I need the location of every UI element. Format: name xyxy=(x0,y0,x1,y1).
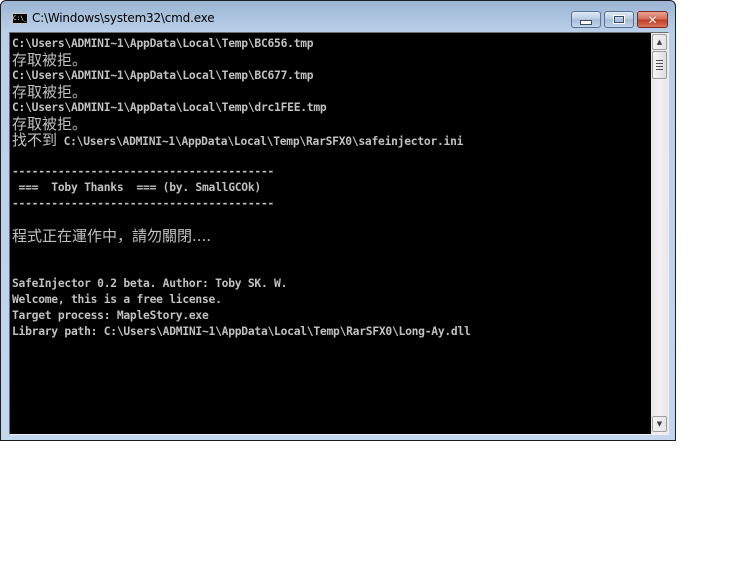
console-line: SafeInjector 0.2 beta. Author: Toby SK. … xyxy=(12,277,288,290)
console-line: 存取被拒。 xyxy=(12,115,88,133)
window-title: C:\Windows\system32\cmd.exe xyxy=(32,11,215,25)
close-icon: ✕ xyxy=(647,12,658,27)
grip-line xyxy=(656,66,663,67)
vertical-scrollbar[interactable]: ▲ ▼ xyxy=(651,33,668,434)
scroll-thumb[interactable] xyxy=(652,51,667,79)
console-line: 程式正在運作中，請勿關閉.... xyxy=(12,227,212,245)
console-area[interactable]: C:\Users\ADMINI~1\AppData\Local\Temp\BC6… xyxy=(9,32,669,435)
maximize-icon xyxy=(613,15,625,24)
console-line: Target process: MapleStory.exe xyxy=(12,309,209,322)
console-line-text: C:\Users\ADMINI~1\AppData\Local\Temp\Rar… xyxy=(57,135,464,148)
console-line: 存取被拒。 xyxy=(12,83,88,101)
console-line: 存取被拒。 xyxy=(12,51,88,69)
console-line: C:\Users\ADMINI~1\AppData\Local\Temp\drc… xyxy=(12,101,327,114)
console-line-prefix: 找不到 xyxy=(12,131,58,149)
console-line: C:\Users\ADMINI~1\AppData\Local\Temp\BC6… xyxy=(12,69,314,82)
console-line: === Toby Thanks === (by. SmallGCOk) xyxy=(12,181,262,194)
minimize-button[interactable] xyxy=(571,11,601,28)
console-line: 找不到 C:\Users\ADMINI~1\AppData\Local\Temp… xyxy=(11,132,651,148)
cmd-window: C:\_ C:\Windows\system32\cmd.exe ✕ C:\Us… xyxy=(0,0,676,441)
console-line: ---------------------------------------- xyxy=(12,197,275,210)
grip-line xyxy=(656,60,663,61)
cmd-icon[interactable]: C:\_ xyxy=(12,13,28,24)
console-line: C:\Users\ADMINI~1\AppData\Local\Temp\BC6… xyxy=(12,37,314,50)
console-line: Library path: C:\Users\ADMINI~1\AppData\… xyxy=(12,325,471,338)
maximize-button[interactable] xyxy=(604,11,634,28)
console-output[interactable]: C:\Users\ADMINI~1\AppData\Local\Temp\BC6… xyxy=(11,34,651,434)
minimize-icon xyxy=(580,19,592,25)
grip-line xyxy=(656,63,663,64)
arrow-up-icon: ▲ xyxy=(656,38,663,46)
grip-line xyxy=(656,69,663,70)
arrow-down-icon: ▼ xyxy=(656,420,663,428)
scroll-up-button[interactable]: ▲ xyxy=(652,34,667,50)
close-button[interactable]: ✕ xyxy=(637,11,668,28)
title-bar[interactable]: C:\_ C:\Windows\system32\cmd.exe ✕ xyxy=(1,1,675,32)
console-line: ---------------------------------------- xyxy=(12,165,275,178)
console-line: Welcome, this is a free license. xyxy=(12,293,222,306)
scroll-down-button[interactable]: ▼ xyxy=(652,416,667,432)
